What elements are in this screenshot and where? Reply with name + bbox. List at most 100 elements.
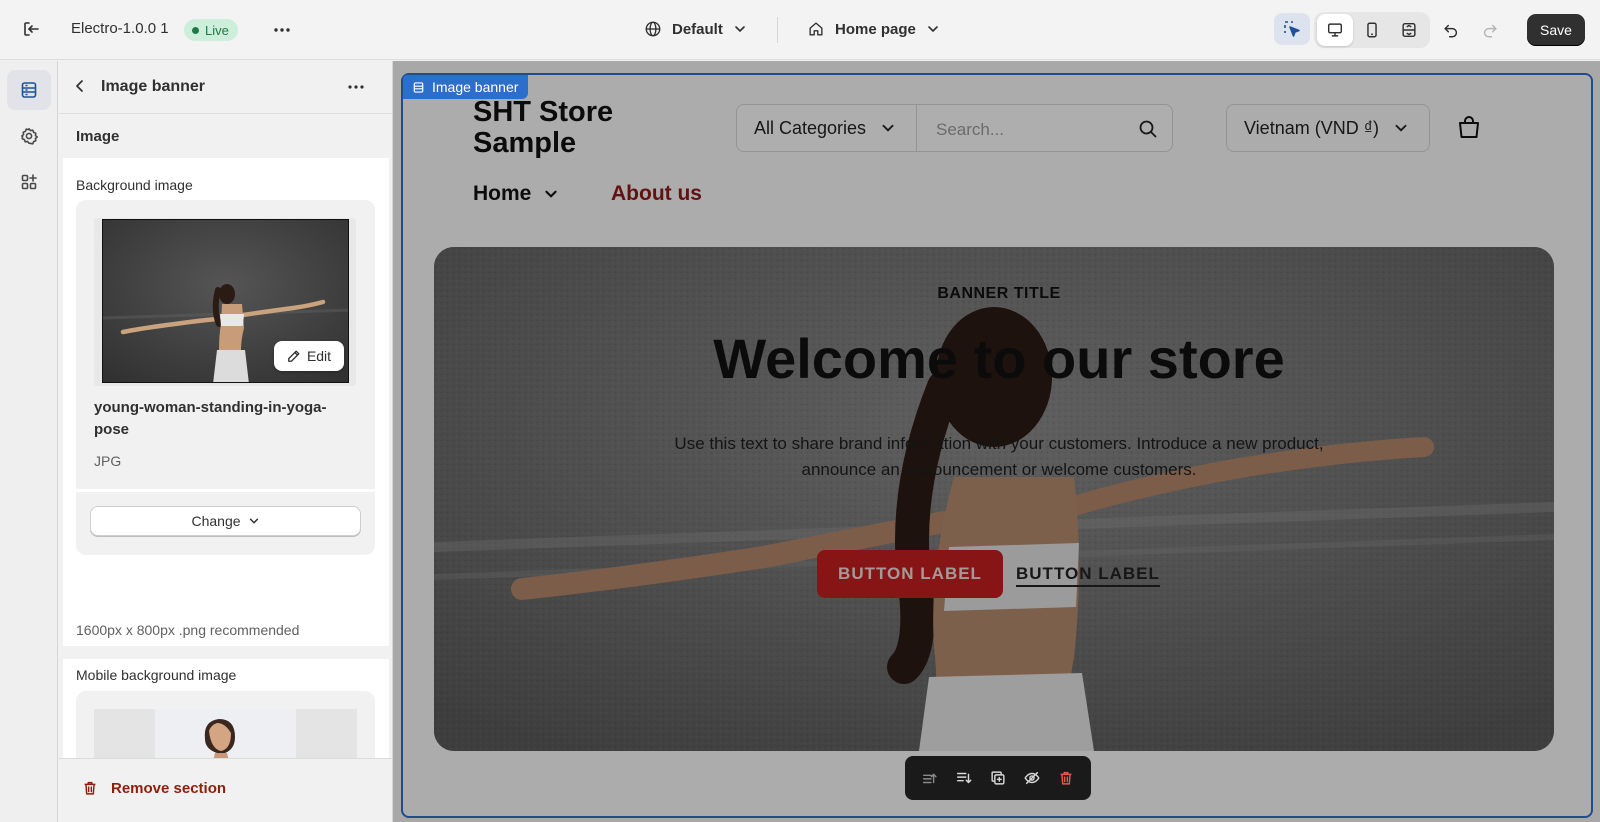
search-icon: [1139, 120, 1157, 138]
sections-icon: [413, 81, 424, 93]
globe-icon: [645, 21, 661, 37]
undo-button[interactable]: [1433, 14, 1469, 46]
trash-icon: [84, 781, 96, 795]
store-logo[interactable]: SHT Store Sample: [473, 97, 613, 159]
change-image-label: Change: [191, 513, 241, 529]
gear-icon: [21, 128, 38, 145]
more-horizontal-icon: [348, 85, 364, 89]
storefront-preview[interactable]: SHT Store Sample All Categories Search..…: [401, 73, 1593, 818]
edit-image-button[interactable]: Edit: [274, 341, 344, 371]
pencil-icon: [288, 350, 300, 362]
category-select[interactable]: All Categories: [737, 105, 917, 151]
fullscreen-view-button[interactable]: [1391, 14, 1427, 46]
chevron-left-icon: [76, 80, 83, 92]
more-horizontal-icon: [274, 28, 290, 32]
background-image-label: Background image: [76, 177, 193, 193]
image-banner[interactable]: [434, 247, 1554, 751]
apps-rail-button[interactable]: [7, 162, 51, 202]
currency-selector[interactable]: Vietnam (VND ₫): [1226, 104, 1430, 152]
settings-rail-button[interactable]: [7, 116, 51, 156]
desktop-view-button[interactable]: [1317, 14, 1353, 46]
search-button[interactable]: [1138, 119, 1158, 139]
chevron-down-icon: [545, 190, 557, 198]
banner-secondary-button[interactable]: BUTTON LABEL: [1016, 564, 1160, 587]
yoga-woman-banner-icon: [434, 247, 1554, 751]
topbar-divider: [777, 17, 778, 43]
currency-selector-label: Vietnam (VND ₫): [1244, 117, 1379, 138]
image-file-name: young-woman-standing-in-yoga-pose: [94, 399, 327, 438]
nav-about-us[interactable]: About us: [611, 182, 702, 206]
hide-section-button[interactable]: [1023, 769, 1041, 787]
home-icon: [809, 22, 823, 36]
chevron-down-icon: [735, 26, 745, 33]
select-cursor-icon: [1284, 21, 1300, 37]
section-tag-label: Image banner: [432, 79, 519, 95]
section-settings-panel: Image banner Image Background image Edit…: [59, 61, 393, 822]
banner-text-line1: Use this text to share brand information…: [674, 434, 1324, 453]
redo-button[interactable]: [1472, 14, 1508, 46]
page-selector[interactable]: Home page: [807, 20, 940, 38]
section-more-button[interactable]: [344, 76, 368, 98]
chevron-down-icon: [882, 124, 894, 132]
image-size-hint: 1600px x 800px .png recommended: [76, 622, 300, 638]
section-floating-toolbar: [905, 756, 1091, 800]
back-button[interactable]: [71, 77, 89, 95]
picker-divider: [76, 489, 375, 492]
redo-icon: [1483, 24, 1497, 38]
duplicate-button[interactable]: [989, 769, 1007, 787]
section-tag: Image banner: [403, 75, 529, 99]
mobile-view-button[interactable]: [1354, 14, 1390, 46]
save-button[interactable]: Save: [1527, 14, 1585, 46]
chevron-down-icon: [1395, 124, 1407, 132]
move-down-button[interactable]: [955, 769, 973, 787]
sections-rail-button[interactable]: [7, 70, 51, 110]
move-up-icon: [922, 773, 937, 784]
exit-button[interactable]: [13, 13, 49, 45]
cart-button[interactable]: [1456, 114, 1482, 140]
undo-icon: [1444, 24, 1458, 38]
more-actions-button[interactable]: [264, 14, 300, 46]
theme-selector[interactable]: Default: [644, 20, 747, 38]
duplicate-icon: [991, 771, 1005, 785]
mobile-background-image-label: Mobile background image: [76, 667, 237, 683]
panel-footer: Remove section: [59, 758, 392, 822]
exit-icon: [24, 22, 39, 36]
banner-heading: Welcome to our store: [713, 327, 1285, 390]
banner-subtitle: BANNER TITLE: [937, 285, 1061, 302]
store-header: SHT Store Sample All Categories Search..…: [403, 75, 1591, 247]
banner-text-line2: announce an announcement or welcome cust…: [801, 460, 1197, 479]
banner-primary-button[interactable]: BUTTON LABEL: [817, 550, 1003, 598]
nav-home[interactable]: Home: [473, 182, 559, 206]
eye-off-icon: [1024, 771, 1040, 785]
image-file-type: JPG: [94, 453, 122, 469]
live-badge-label: Live: [205, 22, 229, 38]
image-thumbnail-frame: Edit: [94, 218, 356, 386]
page-selector-label: Home page: [835, 20, 916, 38]
edit-image-label: Edit: [306, 348, 332, 364]
image-group-heading: Image: [76, 128, 120, 145]
remove-section-button[interactable]: Remove section: [81, 779, 226, 797]
shopping-bag-icon: [1459, 116, 1479, 138]
live-dot-icon: [192, 26, 199, 34]
theme-selector-label: Default: [672, 20, 723, 38]
editor-rail: [0, 61, 58, 822]
inspector-toggle-button[interactable]: [1274, 13, 1310, 45]
change-image-button[interactable]: Change: [90, 506, 361, 536]
delete-section-button[interactable]: [1057, 769, 1075, 787]
live-badge: Live: [184, 19, 238, 41]
trash-icon: [1060, 771, 1072, 785]
image-picker: Edit young-woman-standing-in-yoga-pose J…: [76, 200, 375, 555]
mobile-icon: [1367, 22, 1377, 38]
move-down-icon: [956, 772, 972, 784]
apps-icon: [21, 174, 37, 190]
editor-topbar: Electro-1.0.0 1 Live Default Home page S…: [0, 0, 1600, 60]
store-name-line1: SHT Store: [473, 96, 614, 128]
sections-icon: [21, 82, 37, 98]
move-up-button[interactable]: [921, 769, 939, 787]
theme-name: Electro-1.0.0 1: [71, 20, 169, 37]
search-input[interactable]: Search...: [918, 105, 1118, 151]
category-select-label: All Categories: [754, 117, 867, 138]
nav-home-label: Home: [473, 182, 532, 205]
search-placeholder: Search...: [936, 120, 1005, 139]
chevron-down-icon: [249, 518, 258, 524]
